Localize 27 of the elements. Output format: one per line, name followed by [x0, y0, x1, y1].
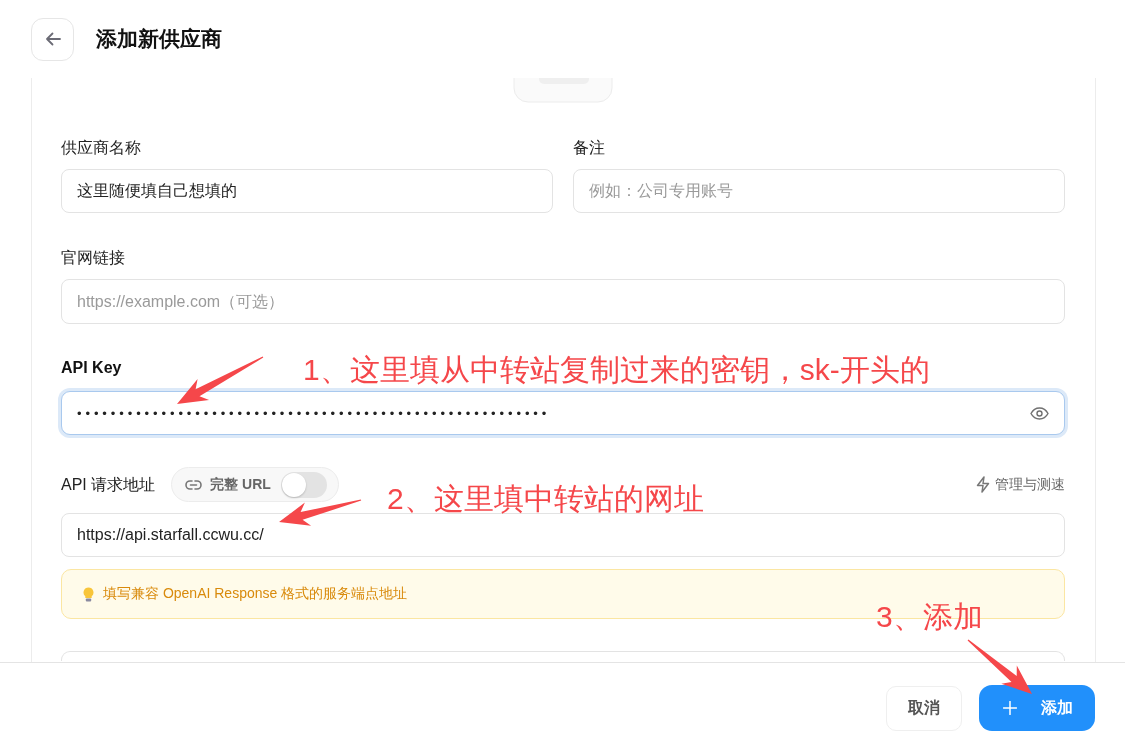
- arrow-left-icon: [44, 32, 61, 46]
- plus-icon: [1003, 701, 1017, 715]
- lightbulb-icon: [83, 586, 94, 602]
- input-field[interactable]: https://example.com（可选）: [61, 279, 1065, 324]
- lightning-icon: [976, 476, 990, 493]
- page-title: 添加新供应商: [96, 26, 222, 52]
- input-field[interactable]: [61, 651, 1065, 661]
- url-field[interactable]: https://api.starfall.ccwu.cc/: [61, 513, 1065, 557]
- annotation-arrow: [967, 639, 1032, 694]
- manage-link[interactable]: 管理与测速: [976, 475, 1065, 494]
- field-label: 备注: [573, 138, 605, 158]
- password-field[interactable]: ••••••••••••••••••••••••••••••••••••••••••••••••••••••••: [61, 391, 1065, 435]
- input-field[interactable]: 这里随便填自己想填的: [61, 169, 553, 213]
- toggle-switch[interactable]: [280, 471, 327, 498]
- back-button[interactable]: [31, 17, 74, 61]
- input-field[interactable]: 例如：公司专用账号: [573, 169, 1065, 213]
- field-label: API 请求地址: [61, 474, 156, 495]
- eye-icon[interactable]: [1030, 407, 1049, 420]
- cancel-button[interactable]: 取消: [886, 686, 962, 731]
- field-label: 供应商名称: [61, 138, 141, 158]
- field-label: 官网链接: [61, 248, 125, 268]
- annotation-text: 3、添加: [876, 599, 983, 635]
- hint-text: 填写兼容 OpenAI Response 格式的服务端点地址: [103, 585, 408, 603]
- full-url-toggle[interactable]: 完整 URL: [171, 467, 339, 502]
- annotation-text: 1、这里填从中转站复制过来的密钥，sk-开头的: [303, 352, 930, 388]
- field-label: API Key: [61, 358, 122, 378]
- link-icon: [185, 479, 203, 490]
